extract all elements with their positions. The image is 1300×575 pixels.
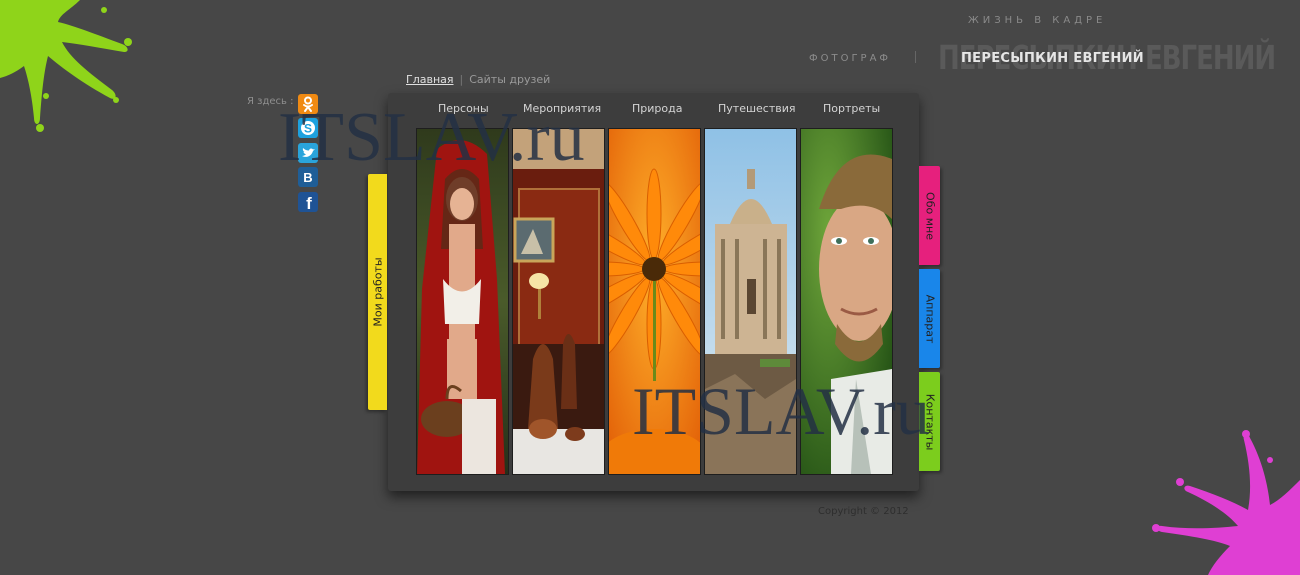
copyright-text: Copyright © 2012 [818, 506, 909, 517]
svg-text:B: B [303, 170, 312, 185]
my-works-tab-label: Мои работы [371, 257, 384, 327]
green-paint-splash-decoration [0, 0, 132, 132]
category-travel[interactable]: Путешествия [718, 102, 796, 115]
nav-separator: | [459, 73, 464, 86]
top-navigation: Главная | Сайты друзей [406, 73, 550, 86]
category-portraits[interactable]: Портреты [823, 102, 880, 115]
equipment-tab[interactable]: Аппарат [919, 269, 940, 368]
vkontakte-icon[interactable]: B [298, 167, 318, 187]
equipment-tab-label: Аппарат [923, 294, 936, 343]
social-label: Я здесь : [247, 96, 294, 107]
persons-photo [417, 129, 508, 474]
photo-strip-travel[interactable] [704, 128, 797, 475]
skype-icon[interactable]: S [298, 118, 318, 138]
photo-strip-events[interactable] [512, 128, 605, 475]
category-nature[interactable]: Природа [632, 102, 682, 115]
travel-photo [705, 129, 796, 474]
contacts-tab-label: Контакты [923, 393, 936, 450]
portraits-photo [801, 129, 892, 474]
pink-paint-splash-decoration [1152, 430, 1300, 575]
svg-text:f: f [306, 194, 312, 212]
category-persons[interactable]: Персоны [438, 102, 489, 115]
twitter-icon[interactable] [298, 143, 318, 163]
photo-strip-portraits[interactable] [800, 128, 893, 475]
svg-text:S: S [304, 122, 312, 136]
category-events[interactable]: Мероприятия [523, 102, 601, 115]
photographer-name: ПЕРЕСЫПКИН ЕВГЕНИЙ [961, 51, 1144, 66]
nav-home-link[interactable]: Главная [406, 73, 454, 86]
facebook-icon[interactable]: f [298, 192, 318, 213]
site-tagline: ЖИЗНЬ В КАДРЕ [968, 15, 1107, 26]
odnoklassniki-icon[interactable] [298, 94, 318, 114]
about-me-tab-label: Обо мне [923, 191, 936, 240]
nav-friends-link[interactable]: Сайты друзей [469, 73, 550, 86]
events-photo [513, 129, 604, 474]
my-works-tab[interactable]: Мои работы [368, 174, 387, 410]
photographer-label: ФОТОГРАФ [809, 53, 892, 64]
about-me-tab[interactable]: Обо мне [919, 166, 940, 265]
header-divider [915, 51, 916, 63]
contacts-tab[interactable]: Контакты [919, 372, 940, 471]
nature-photo [609, 129, 700, 474]
photo-strip-persons[interactable] [416, 128, 509, 475]
photo-strip-nature[interactable] [608, 128, 701, 475]
